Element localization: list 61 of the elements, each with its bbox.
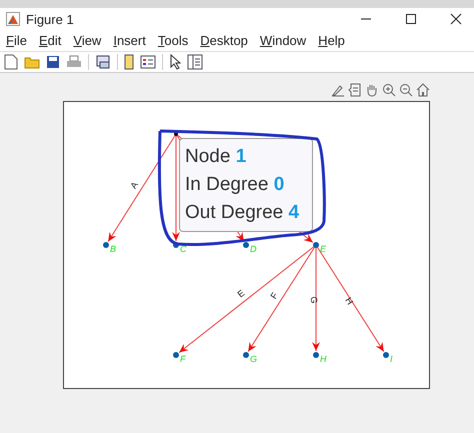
data-tip-icon[interactable]: [348, 83, 362, 97]
menu-item[interactable]: Window: [260, 33, 306, 48]
new-file-icon[interactable]: [4, 54, 18, 70]
arrowhead-icon: [172, 232, 180, 241]
graph-node: [103, 242, 109, 248]
graph-node: [313, 242, 319, 248]
hand-icon[interactable]: [365, 83, 379, 97]
tip-label: Node: [185, 146, 230, 167]
brush-icon[interactable]: [331, 83, 345, 97]
edge-label: F: [268, 290, 280, 301]
tip-value: 4: [288, 202, 300, 223]
graph-node: [243, 352, 249, 358]
menu-item[interactable]: Tools: [158, 33, 188, 48]
menu-item[interactable]: View: [73, 33, 102, 48]
tip-value: 0: [274, 174, 284, 195]
pointer-icon[interactable]: [169, 54, 181, 70]
panel-icon[interactable]: [187, 54, 203, 70]
edge-label: G: [309, 296, 319, 304]
tip-label: In Degree: [185, 174, 268, 195]
edge-label: H: [343, 296, 356, 306]
window-link-icon[interactable]: [95, 54, 111, 70]
colorbar-icon[interactable]: [124, 54, 134, 70]
graph-node: [383, 352, 389, 358]
zoom-out-icon[interactable]: [399, 83, 413, 97]
tip-value: 1: [236, 146, 246, 167]
window-title: Figure 1: [26, 12, 74, 26]
app-logo-icon: [6, 12, 20, 26]
tip-label: Out Degree: [185, 202, 284, 223]
save-icon[interactable]: [46, 55, 60, 69]
close-icon[interactable]: [450, 13, 462, 25]
graph-node: [243, 242, 249, 248]
arrowhead-icon: [179, 344, 189, 353]
node-label: G: [250, 354, 258, 364]
node-label: F: [180, 354, 186, 364]
node-label: C: [180, 244, 186, 254]
node-label: B: [110, 244, 116, 254]
legend-icon[interactable]: [140, 55, 156, 69]
edge-label: E: [236, 288, 246, 300]
menu-item[interactable]: Edit: [38, 33, 62, 48]
folder-icon[interactable]: [24, 55, 40, 69]
zoom-in-icon[interactable]: [382, 83, 396, 97]
graph-node: [173, 352, 179, 358]
home-icon[interactable]: [416, 83, 430, 97]
node-label: I: [390, 354, 393, 364]
printer-icon[interactable]: [66, 55, 82, 69]
edge-label: A: [128, 180, 140, 190]
arrowhead-icon: [312, 342, 320, 351]
node-label: D: [250, 244, 256, 254]
menu-item[interactable]: Desktop: [200, 33, 248, 48]
node-label: H: [320, 354, 326, 364]
menu-item[interactable]: Insert: [113, 33, 146, 48]
graph-node: [173, 242, 179, 248]
graph-node: [174, 132, 178, 136]
arrowhead-icon: [108, 232, 116, 242]
menu-item[interactable]: Help: [318, 33, 345, 48]
graph-node: [313, 352, 319, 358]
maximize-icon[interactable]: [405, 13, 417, 25]
arrowhead-icon: [376, 342, 384, 352]
arrowhead-icon: [248, 342, 256, 352]
menu-item[interactable]: File: [6, 33, 27, 48]
node-label: E: [320, 244, 326, 254]
